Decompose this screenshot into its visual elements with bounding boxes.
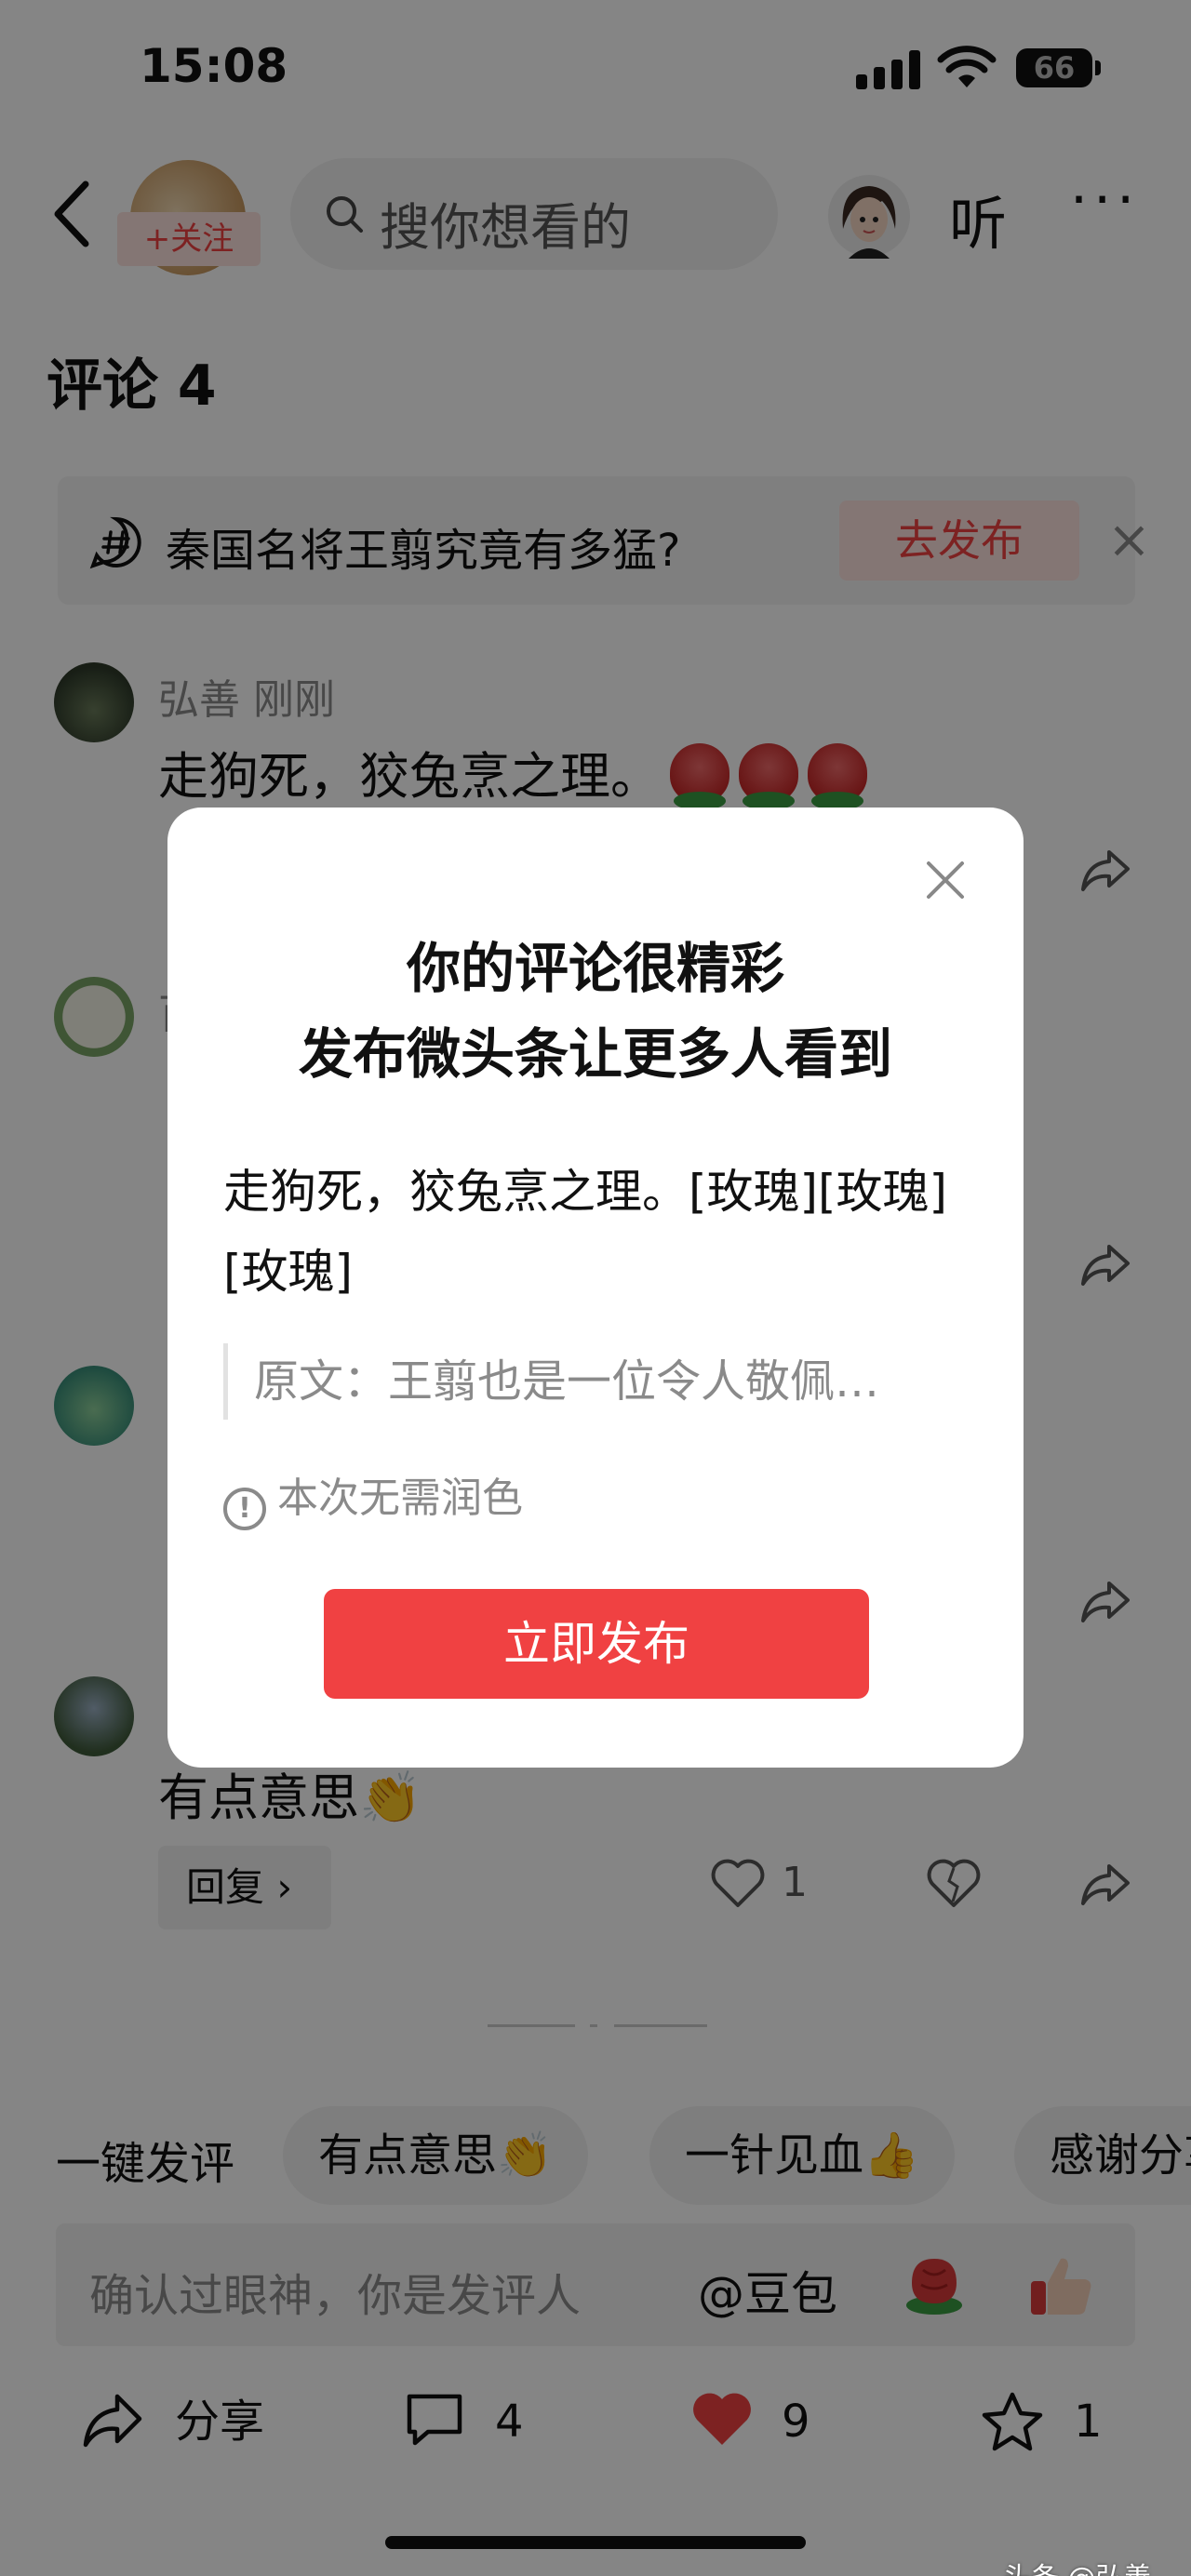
publish-dialog: 你的评论很精彩 发布微头条让更多人看到 走狗死，狡兔烹之理。[玫瑰][玫瑰][玫… — [167, 808, 1024, 1768]
publish-now-button[interactable]: 立即发布 — [324, 1589, 869, 1699]
watermark: 头条 @弘善 — [1003, 2555, 1152, 2576]
dialog-comment-text: 走狗死，狡兔烹之理。[玫瑰][玫瑰][玫瑰] — [223, 1165, 948, 1299]
dialog-title: 你的评论很精彩 — [406, 937, 784, 1000]
info-icon: ! — [223, 1488, 266, 1530]
dialog-subtitle: 发布微头条让更多人看到 — [298, 1022, 892, 1086]
close-icon[interactable] — [921, 856, 970, 904]
dialog-tip-text: 本次无需润色 — [277, 1475, 523, 1522]
dialog-tip: ! 本次无需润色 — [223, 1464, 523, 1530]
dialog-quote: 原文：王翦也是一位令人敬佩… — [223, 1343, 968, 1420]
